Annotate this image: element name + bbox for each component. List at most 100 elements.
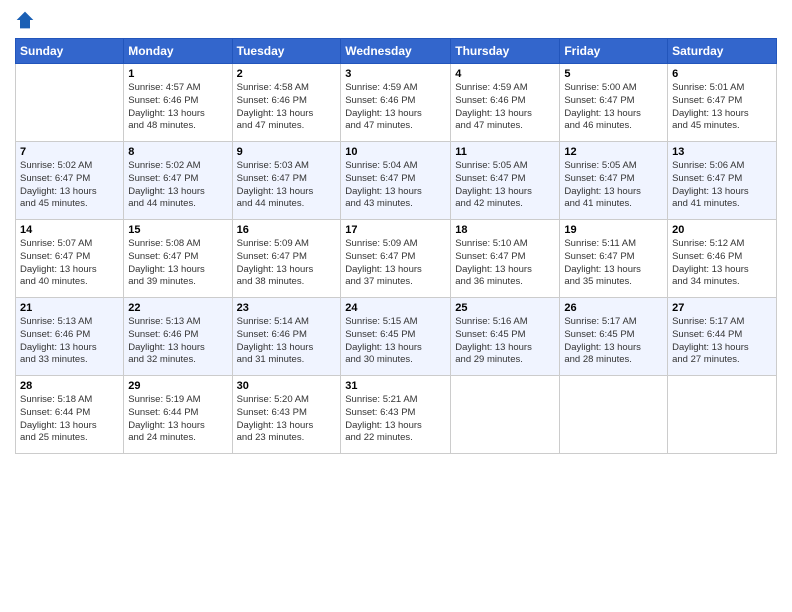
day-number: 28 [20, 380, 119, 392]
day-info: Sunrise: 5:20 AM Sunset: 6:43 PM Dayligh… [237, 394, 337, 445]
day-info: Sunrise: 5:21 AM Sunset: 6:43 PM Dayligh… [345, 394, 446, 445]
day-number: 11 [455, 146, 555, 158]
day-info: Sunrise: 4:57 AM Sunset: 6:46 PM Dayligh… [128, 82, 227, 133]
day-info: Sunrise: 5:17 AM Sunset: 6:45 PM Dayligh… [564, 316, 663, 367]
calendar-cell: 18 Sunrise: 5:10 AM Sunset: 6:47 PM Dayli… [451, 220, 560, 298]
calendar-cell [16, 64, 124, 142]
calendar-cell: 2 Sunrise: 4:58 AM Sunset: 6:46 PM Daylig… [232, 64, 341, 142]
day-info: Sunrise: 5:17 AM Sunset: 6:44 PM Dayligh… [672, 316, 772, 367]
day-info: Sunrise: 5:08 AM Sunset: 6:47 PM Dayligh… [128, 238, 227, 289]
day-number: 29 [128, 380, 227, 392]
week-row-3: 14 Sunrise: 5:07 AM Sunset: 6:47 PM Dayli… [16, 220, 777, 298]
calendar-cell: 21 Sunrise: 5:13 AM Sunset: 6:46 PM Dayli… [16, 298, 124, 376]
day-info: Sunrise: 4:58 AM Sunset: 6:46 PM Dayligh… [237, 82, 337, 133]
column-header-monday: Monday [124, 39, 232, 64]
day-number: 12 [564, 146, 663, 158]
column-header-saturday: Saturday [668, 39, 777, 64]
day-info: Sunrise: 5:09 AM Sunset: 6:47 PM Dayligh… [237, 238, 337, 289]
calendar-cell: 13 Sunrise: 5:06 AM Sunset: 6:47 PM Dayli… [668, 142, 777, 220]
calendar-cell: 23 Sunrise: 5:14 AM Sunset: 6:46 PM Dayli… [232, 298, 341, 376]
week-row-5: 28 Sunrise: 5:18 AM Sunset: 6:44 PM Dayli… [16, 376, 777, 454]
day-info: Sunrise: 5:18 AM Sunset: 6:44 PM Dayligh… [20, 394, 119, 445]
day-info: Sunrise: 5:19 AM Sunset: 6:44 PM Dayligh… [128, 394, 227, 445]
day-number: 23 [237, 302, 337, 314]
day-info: Sunrise: 5:10 AM Sunset: 6:47 PM Dayligh… [455, 238, 555, 289]
day-number: 14 [20, 224, 119, 236]
day-number: 26 [564, 302, 663, 314]
calendar-cell: 6Sunrise: 5:01 AM Sunset: 6:47 PM Daylig… [668, 64, 777, 142]
day-info: Sunrise: 4:59 AM Sunset: 6:46 PM Dayligh… [455, 82, 555, 133]
day-info: Sunrise: 5:14 AM Sunset: 6:46 PM Dayligh… [237, 316, 337, 367]
day-info: Sunrise: 4:59 AM Sunset: 6:46 PM Dayligh… [345, 82, 446, 133]
day-info: Sunrise: 5:05 AM Sunset: 6:47 PM Dayligh… [564, 160, 663, 211]
calendar-cell: 28 Sunrise: 5:18 AM Sunset: 6:44 PM Dayli… [16, 376, 124, 454]
day-number: 13 [672, 146, 772, 158]
logo [15, 10, 39, 30]
header-row: SundayMondayTuesdayWednesdayThursdayFrid… [16, 39, 777, 64]
calendar-cell: 11 Sunrise: 5:05 AM Sunset: 6:47 PM Dayli… [451, 142, 560, 220]
calendar-cell [451, 376, 560, 454]
calendar-cell: 14 Sunrise: 5:07 AM Sunset: 6:47 PM Dayli… [16, 220, 124, 298]
day-number: 17 [345, 224, 446, 236]
calendar-cell: 8 Sunrise: 5:02 AM Sunset: 6:47 PM Daylig… [124, 142, 232, 220]
day-number: 9 [237, 146, 337, 158]
day-info: Sunrise: 5:11 AM Sunset: 6:47 PM Dayligh… [564, 238, 663, 289]
day-info: Sunrise: 5:03 AM Sunset: 6:47 PM Dayligh… [237, 160, 337, 211]
day-number: 15 [128, 224, 227, 236]
day-info: Sunrise: 5:04 AM Sunset: 6:47 PM Dayligh… [345, 160, 446, 211]
day-info: Sunrise: 5:02 AM Sunset: 6:47 PM Dayligh… [20, 160, 119, 211]
calendar-cell [560, 376, 668, 454]
day-info: Sunrise: 5:01 AM Sunset: 6:47 PM Dayligh… [672, 82, 772, 133]
day-number: 30 [237, 380, 337, 392]
day-info: Sunrise: 5:02 AM Sunset: 6:47 PM Dayligh… [128, 160, 227, 211]
calendar-cell: 24 Sunrise: 5:15 AM Sunset: 6:45 PM Dayli… [341, 298, 451, 376]
column-header-thursday: Thursday [451, 39, 560, 64]
calendar-cell: 9 Sunrise: 5:03 AM Sunset: 6:47 PM Daylig… [232, 142, 341, 220]
column-header-tuesday: Tuesday [232, 39, 341, 64]
day-info: Sunrise: 5:06 AM Sunset: 6:47 PM Dayligh… [672, 160, 772, 211]
day-number: 24 [345, 302, 446, 314]
calendar-cell: 26 Sunrise: 5:17 AM Sunset: 6:45 PM Dayli… [560, 298, 668, 376]
calendar-cell: 16 Sunrise: 5:09 AM Sunset: 6:47 PM Dayli… [232, 220, 341, 298]
calendar-table: SundayMondayTuesdayWednesdayThursdayFrid… [15, 38, 777, 454]
day-info: Sunrise: 5:15 AM Sunset: 6:45 PM Dayligh… [345, 316, 446, 367]
day-number: 18 [455, 224, 555, 236]
calendar-cell: 12 Sunrise: 5:05 AM Sunset: 6:47 PM Dayli… [560, 142, 668, 220]
week-row-1: 1 Sunrise: 4:57 AM Sunset: 6:46 PM Daylig… [16, 64, 777, 142]
calendar-cell: 25Sunrise: 5:16 AM Sunset: 6:45 PM Dayli… [451, 298, 560, 376]
day-number: 21 [20, 302, 119, 314]
day-info: Sunrise: 5:16 AM Sunset: 6:45 PM Dayligh… [455, 316, 555, 367]
day-info: Sunrise: 5:09 AM Sunset: 6:47 PM Dayligh… [345, 238, 446, 289]
calendar-cell: 15 Sunrise: 5:08 AM Sunset: 6:47 PM Dayli… [124, 220, 232, 298]
day-number: 4 [455, 68, 555, 80]
day-info: Sunrise: 5:05 AM Sunset: 6:47 PM Dayligh… [455, 160, 555, 211]
calendar-cell: 29 Sunrise: 5:19 AM Sunset: 6:44 PM Dayli… [124, 376, 232, 454]
day-number: 5 [564, 68, 663, 80]
day-info: Sunrise: 5:07 AM Sunset: 6:47 PM Dayligh… [20, 238, 119, 289]
day-number: 19 [564, 224, 663, 236]
day-number: 10 [345, 146, 446, 158]
calendar-cell: 7Sunrise: 5:02 AM Sunset: 6:47 PM Daylig… [16, 142, 124, 220]
day-number: 16 [237, 224, 337, 236]
calendar-cell: 5 Sunrise: 5:00 AM Sunset: 6:47 PM Daylig… [560, 64, 668, 142]
calendar-cell: 20Sunrise: 5:12 AM Sunset: 6:46 PM Dayli… [668, 220, 777, 298]
day-number: 27 [672, 302, 772, 314]
day-info: Sunrise: 5:00 AM Sunset: 6:47 PM Dayligh… [564, 82, 663, 133]
calendar-cell: 10 Sunrise: 5:04 AM Sunset: 6:47 PM Dayli… [341, 142, 451, 220]
calendar-cell: 17 Sunrise: 5:09 AM Sunset: 6:47 PM Dayli… [341, 220, 451, 298]
calendar-cell: 22Sunrise: 5:13 AM Sunset: 6:46 PM Dayli… [124, 298, 232, 376]
calendar-cell: 27 Sunrise: 5:17 AM Sunset: 6:44 PM Dayli… [668, 298, 777, 376]
day-info: Sunrise: 5:12 AM Sunset: 6:46 PM Dayligh… [672, 238, 772, 289]
column-header-sunday: Sunday [16, 39, 124, 64]
day-info: Sunrise: 5:13 AM Sunset: 6:46 PM Dayligh… [20, 316, 119, 367]
day-number: 2 [237, 68, 337, 80]
day-number: 1 [128, 68, 227, 80]
day-number: 31 [345, 380, 446, 392]
calendar-cell: 1 Sunrise: 4:57 AM Sunset: 6:46 PM Daylig… [124, 64, 232, 142]
calendar-cell: 4 Sunrise: 4:59 AM Sunset: 6:46 PM Daylig… [451, 64, 560, 142]
column-header-friday: Friday [560, 39, 668, 64]
logo-icon [15, 10, 35, 30]
header [15, 10, 777, 30]
day-number: 8 [128, 146, 227, 158]
day-number: 3 [345, 68, 446, 80]
